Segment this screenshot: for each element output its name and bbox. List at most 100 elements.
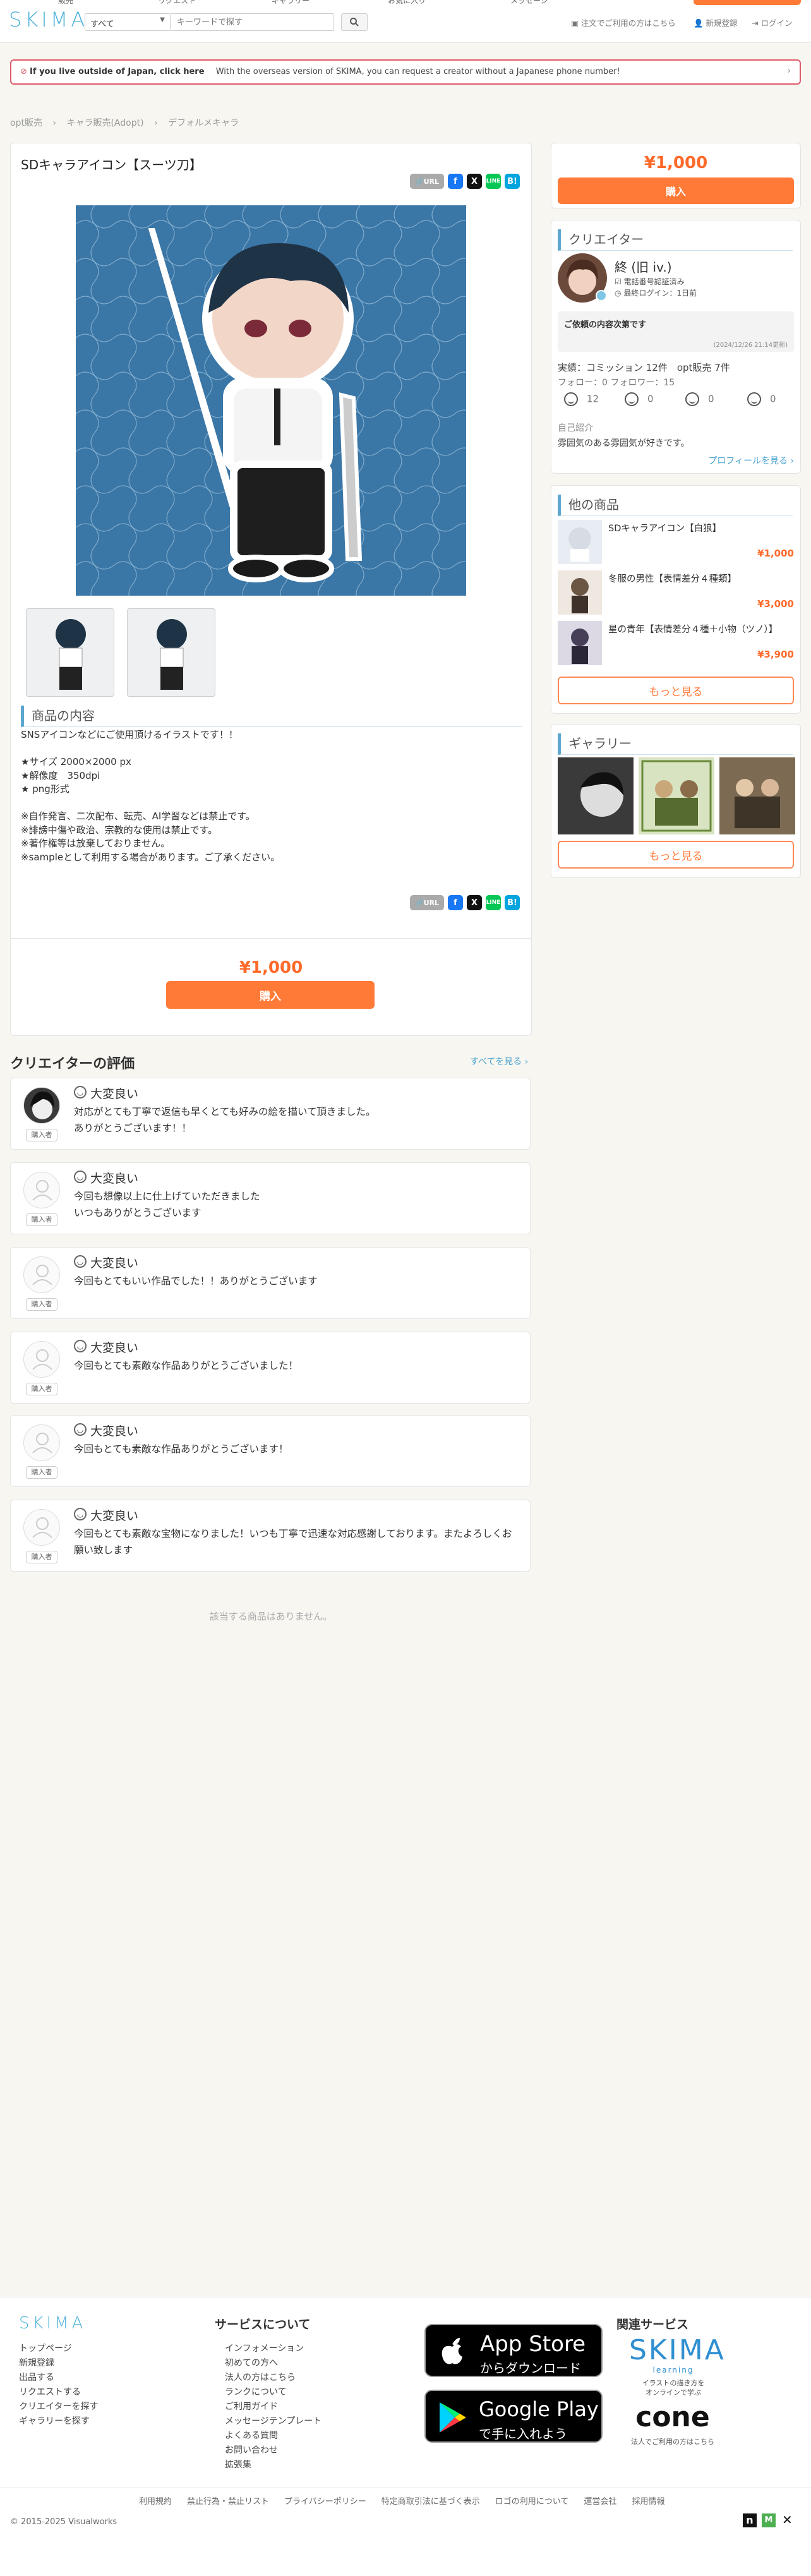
other-product-price: ¥3,000: [757, 598, 794, 610]
hatena-icon[interactable]: B!: [505, 174, 520, 189]
footer-legal-links: 利用規約 禁止行為・禁止リスト プライバシーポリシー 特定商取引法に基づく表示 …: [139, 2495, 664, 2507]
breadcrumb-item-0[interactable]: opt販売: [10, 118, 42, 128]
service-link[interactable]: インフォメーション: [225, 2342, 321, 2356]
top-tab-4[interactable]: メッセージ: [510, 0, 548, 6]
product-main-image[interactable]: [76, 205, 466, 596]
other-product-item-0[interactable]: SDキャラアイコン【白狼】 ¥1,000: [558, 520, 794, 569]
product-thumb-1[interactable]: [26, 608, 114, 697]
search-category-value: すべて: [90, 20, 114, 29]
reviewer-avatar[interactable]: [23, 1509, 60, 1546]
reviews-see-all-link[interactable]: すべてを見る ›: [470, 1055, 528, 1068]
legal-link[interactable]: 特定商取引法に基づく表示: [381, 2495, 480, 2507]
gallery-thumb-0[interactable]: [558, 757, 634, 834]
sidebar-buy-button[interactable]: 購入: [558, 178, 794, 204]
x-icon[interactable]: X: [467, 895, 482, 910]
register-link[interactable]: 👤 新規登録: [694, 16, 738, 28]
note-icon[interactable]: n: [743, 2513, 757, 2527]
footer-logo[interactable]: SKIMA: [19, 2314, 86, 2333]
legal-link[interactable]: 採用情報: [632, 2495, 664, 2507]
hatena-icon[interactable]: B!: [505, 895, 520, 910]
rating-bad-count: 0: [770, 393, 776, 405]
review-text: 今回もとても素敵な作品ありがとうございました！: [74, 1360, 298, 1371]
footer-link[interactable]: トップページ: [19, 2342, 98, 2356]
smile-icon: [625, 392, 639, 406]
creator-stats: 実績：コミッション 12件 opt販売 7件: [558, 362, 730, 373]
product-card: SDキャラアイコン【スーツ刀】 🔗 URL f X LINE B! 商品の内容 …: [10, 143, 532, 1036]
medibang-icon[interactable]: M: [762, 2513, 776, 2527]
search-button[interactable]: [341, 13, 368, 31]
search-category-select[interactable]: すべて ▼: [85, 13, 171, 31]
service-link[interactable]: 初めての方へ: [225, 2356, 321, 2371]
avatar-illustration: [30, 1092, 54, 1119]
other-products-more-button[interactable]: もっと見る: [558, 677, 794, 704]
google-play-badge[interactable]: Google Play で手に入れよう: [424, 2390, 603, 2443]
top-tab-2[interactable]: ギャラリー: [272, 0, 309, 6]
other-product-item-2[interactable]: 星の青年【表情差分４種＋小物（ツノ）】 ¥3,900: [558, 621, 794, 670]
skima-learning-link[interactable]: SKIMA learning イラストの描き方を オンラインで学ぶ: [629, 2335, 724, 2397]
cone-link[interactable]: cone 法人でご利用の方はこちら: [625, 2402, 720, 2447]
follow-stats: フォロー：0 フォロワー：15: [558, 378, 675, 388]
footer-link[interactable]: クリエイターを探す: [19, 2400, 98, 2414]
reviewer-avatar[interactable]: [23, 1341, 60, 1378]
app-store-badge[interactable]: App Store からダウンロード: [424, 2324, 603, 2377]
top-tab-0[interactable]: 販売: [58, 0, 73, 6]
corporate-link[interactable]: ▣ 注文でご利用の方はこちら: [571, 16, 676, 28]
thumb-illustration: [56, 619, 86, 690]
line-icon[interactable]: LINE: [486, 895, 501, 910]
top-tab-3[interactable]: お気に入り: [388, 0, 426, 6]
reviewer-avatar[interactable]: [23, 1424, 60, 1461]
gallery-more-button[interactable]: もっと見る: [558, 841, 794, 869]
service-link[interactable]: よくある質問: [225, 2429, 321, 2443]
reviewer-avatar[interactable]: [23, 1087, 60, 1124]
product-thumb-2[interactable]: [127, 608, 215, 697]
default-avatar-icon: [32, 1517, 52, 1538]
reviewer-avatar[interactable]: [23, 1256, 60, 1293]
gallery-thumb-2[interactable]: [719, 757, 795, 834]
top-tab-1[interactable]: リクエスト: [158, 0, 196, 6]
share-url-button[interactable]: 🔗 URL: [410, 895, 444, 910]
footer-link[interactable]: 出品する: [19, 2371, 98, 2385]
sidebar-price-card: ¥1,000 購入: [551, 143, 801, 208]
share-url-button[interactable]: 🔗 URL: [410, 174, 444, 189]
footer-link[interactable]: 新規登録: [19, 2356, 98, 2371]
top-post-button[interactable]: [694, 0, 801, 5]
search-input[interactable]: [171, 13, 333, 31]
copyright: © 2015-2025 Visualworks: [10, 2517, 117, 2527]
facebook-icon[interactable]: f: [448, 174, 463, 189]
legal-link[interactable]: プライバシーポリシー: [284, 2495, 366, 2507]
x-icon[interactable]: X: [467, 174, 482, 189]
service-link[interactable]: 法人の方はこちら: [225, 2371, 321, 2385]
footer-link[interactable]: ギャラリーを探す: [19, 2414, 98, 2429]
reviewer-avatar[interactable]: [23, 1172, 60, 1208]
service-link[interactable]: ランクについて: [225, 2385, 321, 2400]
legal-link[interactable]: 利用規約: [139, 2495, 172, 2507]
divider: [0, 2487, 811, 2488]
other-product-item-1[interactable]: 冬服の男性【表情差分４種類】 ¥3,000: [558, 570, 794, 620]
buy-button[interactable]: 購入: [166, 981, 375, 1009]
corporate-link-label: 注文でご利用の方はこちら: [580, 18, 676, 28]
review-item: 購入者 ◡ 大変良い 今回もとても素敵な作品ありがとうございました！: [10, 1332, 531, 1404]
login-link[interactable]: ⇥ ログイン: [752, 16, 792, 28]
description-heading: 商品の内容: [21, 706, 522, 727]
profile-link[interactable]: プロフィールを見る ›: [708, 454, 794, 467]
service-link[interactable]: ご利用ガイド: [225, 2400, 321, 2414]
verified-status: ☑ 電話番号認証済み: [615, 276, 685, 287]
x-icon[interactable]: ✕: [782, 2512, 793, 2527]
facebook-icon[interactable]: f: [448, 895, 463, 910]
service-link[interactable]: 拡張集: [225, 2458, 321, 2472]
gallery-thumb-1[interactable]: [639, 757, 714, 834]
line-icon[interactable]: LINE: [486, 174, 501, 189]
footer-link[interactable]: リクエストする: [19, 2385, 98, 2400]
smile-icon: ◡: [74, 1423, 87, 1436]
service-link[interactable]: メッセージテンプレート: [225, 2414, 321, 2429]
service-link[interactable]: お問い合わせ: [225, 2443, 321, 2458]
site-logo[interactable]: SKIMA: [9, 8, 88, 32]
breadcrumb-item-2[interactable]: デフォルメキャラ: [168, 118, 239, 128]
breadcrumb-item-1[interactable]: キャラ販売(Adopt): [66, 118, 143, 128]
legal-link[interactable]: ロゴの利用について: [495, 2495, 569, 2507]
overseas-banner[interactable]: ⊘ If you live outside of Japan, click he…: [10, 59, 801, 85]
legal-link[interactable]: 運営会社: [584, 2495, 616, 2507]
legal-link[interactable]: 禁止行為・禁止リスト: [187, 2495, 269, 2507]
creator-name[interactable]: 終 (旧 iv.): [615, 257, 672, 275]
service-heading: サービスについて: [215, 2318, 311, 2332]
